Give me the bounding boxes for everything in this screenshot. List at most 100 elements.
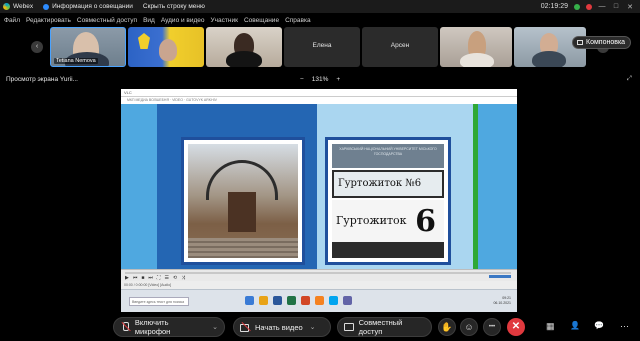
start-video-button[interactable]: Начать видео ⌄ bbox=[233, 317, 331, 337]
video-off-icon bbox=[240, 322, 250, 332]
grid-layout-icon bbox=[577, 40, 583, 45]
leave-meeting-button[interactable]: ✕ bbox=[507, 318, 525, 336]
slide: ХАРКІВСЬКИЙ НАЦІОНАЛЬНИЙ УНІВЕРСИТЕТ МІС… bbox=[121, 104, 517, 269]
participant-video bbox=[159, 39, 177, 61]
participant-tile[interactable]: Tetiana Nemova bbox=[50, 27, 126, 67]
unmute-button[interactable]: Включить микрофон ⌄ bbox=[113, 317, 225, 337]
sign-number: 6 bbox=[415, 204, 436, 239]
more-panels-icon[interactable]: ⋯ bbox=[620, 321, 629, 332]
unmute-label: Включить микрофон bbox=[134, 318, 171, 336]
start-video-label: Начать видео bbox=[255, 322, 303, 332]
menu-help[interactable]: Справка bbox=[285, 17, 311, 24]
meeting-info-button[interactable]: Информация о совещании bbox=[43, 3, 133, 10]
layout-button[interactable]: Компоновка bbox=[572, 36, 632, 49]
sign-header: ХАРКІВСЬКИЙ НАЦІОНАЛЬНИЙ УНІВЕРСИТЕТ МІС… bbox=[332, 144, 444, 168]
reactions-button[interactable]: ☺ bbox=[460, 318, 478, 336]
meeting-info-label: Информация о совещании bbox=[52, 3, 133, 10]
webex-logo-icon bbox=[3, 3, 10, 10]
taskbar-app-icon[interactable] bbox=[287, 296, 296, 305]
zoom-controls: − 131% + bbox=[300, 76, 340, 83]
share-viewer-bar: Просмотр экрана Yurii... − 131% + ⤢ bbox=[0, 74, 640, 86]
raise-hand-button[interactable]: ✋ bbox=[438, 318, 456, 336]
taskbar-date: 06.10.2021 bbox=[493, 301, 511, 305]
sign-band: Гуртожиток №6 bbox=[332, 170, 444, 198]
chevron-down-icon[interactable]: ⌄ bbox=[212, 323, 218, 331]
dormitory-sign-frame: ХАРКІВСЬКИЙ НАЦІОНАЛЬНИЙ УНІВЕРСИТЕТ МІС… bbox=[325, 137, 451, 265]
seek-bar[interactable] bbox=[125, 272, 511, 274]
trident-emblem-icon bbox=[138, 33, 150, 49]
participant-shoulders bbox=[460, 53, 494, 67]
meeting-timer: 02:19:29 bbox=[540, 3, 568, 10]
taskbar-apps bbox=[245, 296, 352, 305]
sign-main: Гуртожиток 6 bbox=[332, 200, 444, 244]
more-options-button[interactable]: ••• bbox=[483, 318, 501, 336]
taskbar-clock: 09:21 06.10.2021 bbox=[493, 296, 511, 306]
vlc-title: VLC bbox=[121, 89, 517, 97]
participants-icon[interactable]: 👤 bbox=[570, 321, 580, 330]
taskbar-app-icon[interactable] bbox=[315, 296, 324, 305]
taskbar-app-icon[interactable] bbox=[329, 296, 338, 305]
close-window-button[interactable]: ✕ bbox=[626, 3, 634, 11]
vlc-subtitle: МКП МЕДИА ВОЛШЕБНЯ · VIDEO · GUTOVYK ARK… bbox=[121, 97, 517, 104]
chat-icon[interactable]: 💬 bbox=[594, 321, 604, 330]
apps-icon[interactable]: ▦ bbox=[546, 321, 555, 332]
menu-share[interactable]: Совместный доступ bbox=[77, 17, 137, 24]
zoom-in-button[interactable]: + bbox=[336, 76, 340, 83]
windows-taskbar: Введите здесь текст для поиска 09:21 06.… bbox=[121, 289, 517, 312]
taskbar-app-icon[interactable] bbox=[343, 296, 352, 305]
minimize-button[interactable]: — bbox=[598, 3, 606, 10]
volume-slider[interactable] bbox=[489, 275, 511, 278]
menu-file[interactable]: Файл bbox=[4, 17, 20, 24]
hide-menu-button[interactable]: Скрыть строку меню bbox=[143, 3, 205, 10]
participant-tile[interactable] bbox=[206, 27, 282, 67]
taskbar-app-icon[interactable] bbox=[245, 296, 254, 305]
taskbar-search-input[interactable]: Введите здесь текст для поиска bbox=[129, 297, 189, 306]
participant-tile[interactable]: Елена bbox=[284, 27, 360, 67]
participant-shoulders bbox=[532, 51, 566, 67]
layout-label: Компоновка bbox=[586, 39, 626, 46]
sign-bottom bbox=[332, 242, 444, 258]
participant-strip: ‹ Tetiana Nemova Елена Арсен › Компоновк… bbox=[0, 27, 640, 69]
menu-bar: Файл Редактировать Совместный доступ Вид… bbox=[0, 14, 640, 26]
taskbar-app-icon[interactable] bbox=[273, 296, 282, 305]
dormitory-photo-frame bbox=[181, 137, 305, 265]
participant-tile[interactable] bbox=[128, 27, 204, 67]
share-button[interactable]: Совместный доступ bbox=[337, 317, 432, 337]
chevron-down-icon[interactable]: ⌄ bbox=[310, 323, 316, 331]
participant-name: Елена bbox=[312, 42, 332, 49]
strip-prev-button[interactable]: ‹ bbox=[31, 41, 43, 53]
share-screen-icon bbox=[344, 323, 354, 331]
zoom-level: 131% bbox=[311, 76, 329, 83]
title-bar: Webex Информация о совещании Скрыть стро… bbox=[0, 0, 640, 13]
participant-name: Tetiana Nemova bbox=[54, 58, 98, 64]
player-status: 00:00 / 0:00:00 [Video] [Audio] bbox=[121, 281, 517, 289]
share-viewer-label[interactable]: Просмотр экрана Yurii... bbox=[6, 76, 78, 83]
sign-word: Гуртожиток bbox=[336, 214, 407, 227]
menu-participant[interactable]: Участник bbox=[211, 17, 238, 24]
mic-off-icon bbox=[120, 322, 130, 332]
network-status-icon[interactable] bbox=[574, 3, 580, 10]
menu-meeting[interactable]: Совещание bbox=[244, 17, 279, 24]
media-player-bar: ▶ ⏮ ■ ⏭ ⛶ ☰ ⟲ ⤨ bbox=[121, 269, 517, 281]
menu-audio-video[interactable]: Аудио и видео bbox=[161, 17, 205, 24]
info-icon bbox=[43, 3, 50, 10]
zoom-out-button[interactable]: − bbox=[300, 76, 304, 83]
share-label: Совместный доступ bbox=[358, 318, 403, 336]
slide-green-bar bbox=[473, 104, 478, 269]
taskbar-app-icon[interactable] bbox=[301, 296, 310, 305]
maximize-button[interactable]: □ bbox=[612, 3, 620, 10]
shared-screen[interactable]: VLC МКП МЕДИА ВОЛШЕБНЯ · VIDEO · GUTOVYK… bbox=[121, 89, 517, 312]
app-name: Webex bbox=[13, 3, 34, 10]
fullscreen-icon[interactable]: ⤢ bbox=[627, 75, 632, 83]
menu-view[interactable]: Вид bbox=[143, 17, 155, 24]
recording-indicator-icon bbox=[586, 3, 592, 10]
entrance-door bbox=[228, 192, 256, 232]
participant-name: Арсен bbox=[390, 42, 410, 49]
participant-tile[interactable]: Арсен bbox=[362, 27, 438, 67]
meeting-controls: Включить микрофон ⌄ Начать видео ⌄ Совме… bbox=[0, 314, 640, 341]
menu-edit[interactable]: Редактировать bbox=[26, 17, 71, 24]
participant-shoulders bbox=[226, 51, 262, 67]
taskbar-app-icon[interactable] bbox=[259, 296, 268, 305]
participant-tile[interactable] bbox=[440, 27, 512, 67]
entrance-steps bbox=[188, 238, 298, 258]
